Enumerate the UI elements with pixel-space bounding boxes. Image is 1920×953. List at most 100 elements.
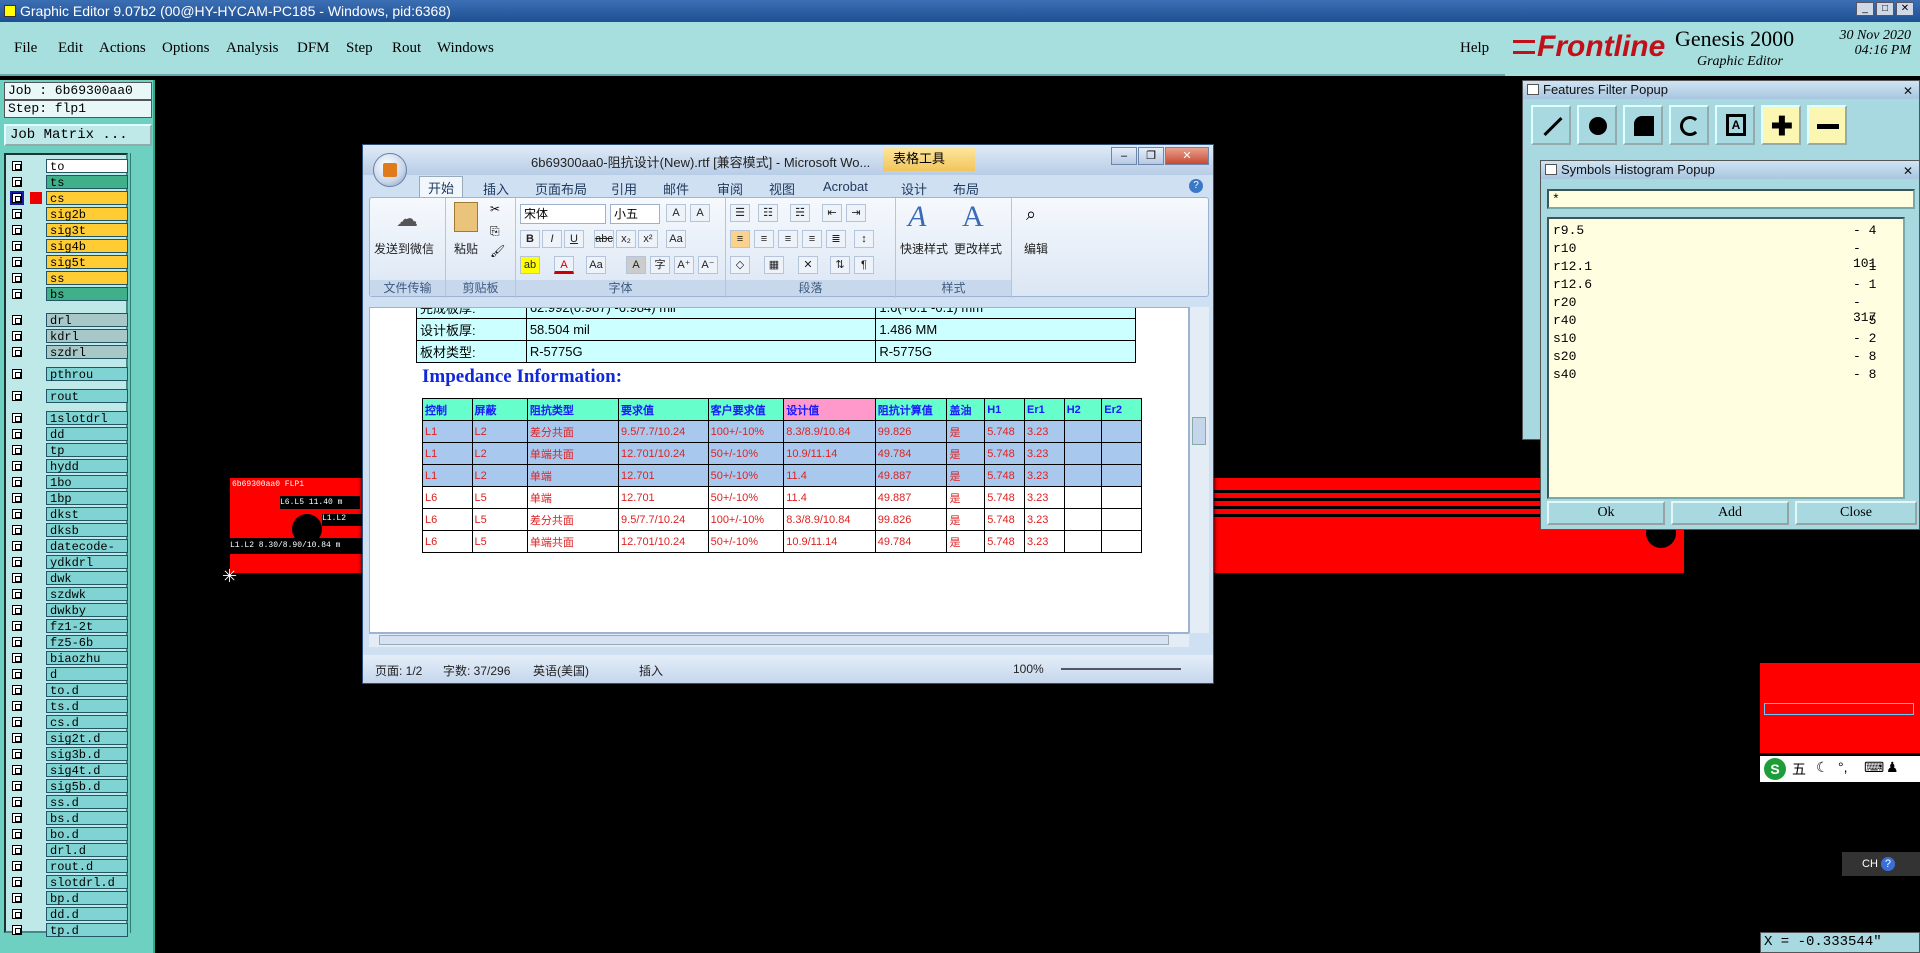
layer-name[interactable]: rout.d (46, 859, 128, 874)
tab-view[interactable]: 视图 (769, 179, 795, 198)
layer-row[interactable]: ts.d (10, 699, 128, 714)
layer-row[interactable]: dd (10, 427, 128, 442)
layer-row[interactable]: tp.d (10, 923, 128, 938)
symbol-row[interactable]: r20- 317 (1553, 295, 1883, 325)
layer-checkbox[interactable] (12, 477, 22, 487)
align-center-icon[interactable]: ≡ (754, 230, 774, 248)
maximize-button[interactable]: □ (1876, 2, 1894, 16)
layer-name[interactable]: drl.d (46, 843, 128, 858)
align-left-icon[interactable]: ≡ (730, 230, 750, 248)
impedance-cell[interactable] (1101, 420, 1142, 443)
tab-insert[interactable]: 插入 (483, 179, 509, 198)
symbol-filter-input[interactable] (1547, 189, 1915, 209)
language[interactable]: 英语(美国) (533, 662, 589, 679)
layer-checkbox[interactable] (12, 925, 22, 935)
impedance-cell[interactable]: 是 (946, 486, 986, 509)
impedance-cell[interactable]: 3.23 (1024, 420, 1065, 443)
font-color-icon[interactable]: A (554, 256, 574, 274)
layer-name[interactable]: cs (46, 191, 128, 206)
symbol-list[interactable]: r9.5- 4 r10- 101 r12.1- 1 r12.6- 1 r20- 317 r… (1547, 217, 1905, 499)
tab-review[interactable]: 审阅 (717, 179, 743, 198)
layer-row[interactable]: sig3b.d (10, 747, 128, 762)
layer-row[interactable]: bo.d (10, 827, 128, 842)
copy-icon[interactable]: ⎘ (490, 224, 500, 239)
tab-references[interactable]: 引用 (611, 179, 637, 198)
layer-checkbox[interactable] (12, 225, 22, 235)
layer-checkbox[interactable] (12, 861, 22, 871)
layer-row[interactable]: fz1-2t (10, 619, 128, 634)
impedance-cell[interactable]: 100+/-10% (707, 420, 785, 443)
tab-layout[interactable]: 页面布局 (535, 179, 587, 198)
layer-name[interactable]: d (46, 667, 128, 682)
layer-row[interactable]: pthrou (10, 367, 128, 382)
tab-acrobat[interactable]: Acrobat (823, 179, 868, 194)
layer-row[interactable]: dwkby (10, 603, 128, 618)
impedance-cell[interactable]: 12.701/10.24 (618, 442, 709, 465)
menu-dfm[interactable]: DFM (297, 40, 330, 57)
layer-row[interactable]: sig5b.d (10, 779, 128, 794)
impedance-cell[interactable]: 5.748 (984, 530, 1025, 553)
pad-filter-icon[interactable] (1577, 105, 1617, 145)
italic-icon[interactable]: I (542, 230, 562, 248)
help-icon[interactable]: ? (1189, 179, 1203, 193)
impedance-cell[interactable]: 8.3/8.9/10.84 (783, 420, 876, 443)
impedance-cell[interactable] (1101, 486, 1142, 509)
impedance-cell[interactable]: 单端共面 (526, 442, 620, 465)
layer-checkbox[interactable] (12, 273, 22, 283)
impedance-cell[interactable]: 12.701 (618, 486, 709, 509)
features-filter-close-icon[interactable]: ✕ (1903, 82, 1913, 100)
layer-name[interactable]: dd.d (46, 907, 128, 922)
tab-design[interactable]: 设计 (901, 179, 927, 198)
enclose-char-icon[interactable]: 字 (650, 256, 670, 274)
strikethrough-icon[interactable]: abc (594, 230, 614, 248)
impedance-cell[interactable]: L2 (471, 420, 528, 443)
paste-button[interactable]: 粘贴 (454, 240, 478, 257)
sort-icon[interactable]: ⇅ (830, 256, 850, 274)
highlight-icon[interactable]: ab (520, 256, 540, 274)
layer-row[interactable]: dkst (10, 507, 128, 522)
symbol-row[interactable]: s20 - 8 (1553, 349, 1883, 367)
surface-filter-icon[interactable] (1623, 105, 1663, 145)
impedance-row[interactable]: L6 L5 差分共面 9.5/7.7/10.24 100+/-10% 8.3/8.9/10… (422, 508, 1142, 531)
page-count[interactable]: 页面: 1/2 (375, 662, 422, 679)
line-spacing-icon[interactable]: ↕ (854, 230, 874, 248)
superscript-icon[interactable]: x² (638, 230, 658, 248)
layer-name[interactable]: bo.d (46, 827, 128, 842)
menu-rout[interactable]: Rout (392, 40, 421, 57)
impedance-cell[interactable]: 是 (946, 508, 986, 531)
layer-checkbox[interactable] (12, 557, 22, 567)
layer-checkbox[interactable] (12, 369, 22, 379)
layer-row[interactable]: 1bo (10, 475, 128, 490)
document-area[interactable]: 完成板厚: 62.992(0.987) -6.984) mil 1.6(+0.1 -… (369, 307, 1189, 633)
layer-row[interactable]: to (10, 159, 128, 174)
ime-mode[interactable]: 五 (1792, 759, 1806, 779)
layer-scrollbar[interactable] (130, 153, 152, 933)
layer-name[interactable]: biaozhu (46, 651, 128, 666)
menu-help[interactable]: Help (1460, 40, 1489, 57)
layer-name[interactable]: fz5-6b (46, 635, 128, 650)
layer-row[interactable]: dksb (10, 523, 128, 538)
symbol-row[interactable]: r12.6 - 1 (1553, 277, 1883, 295)
layer-checkbox[interactable] (12, 289, 22, 299)
text-filter-icon[interactable]: A (1715, 105, 1755, 145)
layer-name[interactable]: dkst (46, 507, 128, 522)
layer-name[interactable]: dwkby (46, 603, 128, 618)
impedance-row[interactable]: L1 L2 差分共面 9.5/7.7/10.24 100+/-10% 8.3/8.9/10… (422, 420, 1142, 443)
show-marks-icon[interactable]: ¶ (854, 256, 874, 274)
impedance-cell[interactable]: 50+/-10% (707, 486, 785, 509)
layer-row[interactable]: hydd (10, 459, 128, 474)
layer-name[interactable]: drl (46, 313, 128, 328)
layer-row[interactable]: szdrl (10, 345, 128, 360)
layer-row[interactable]: 1bp (10, 491, 128, 506)
multilevel-icon[interactable]: ☵ (790, 204, 810, 222)
impedance-cell[interactable] (1063, 464, 1103, 487)
layer-name[interactable]: 1slotdrl (46, 411, 128, 426)
negative-filter-icon[interactable] (1807, 105, 1847, 145)
layer-row[interactable]: d (10, 667, 128, 682)
char-scale-icon[interactable]: Aa (586, 256, 606, 274)
layer-checkbox[interactable] (12, 493, 22, 503)
job-matrix-button[interactable]: Job Matrix ... (4, 124, 152, 146)
layer-row[interactable]: 1slotdrl (10, 411, 128, 426)
layer-row[interactable]: fz5-6b (10, 635, 128, 650)
board-info-cell[interactable]: 1.6(+0.1 -0.1) mm (875, 308, 1136, 319)
